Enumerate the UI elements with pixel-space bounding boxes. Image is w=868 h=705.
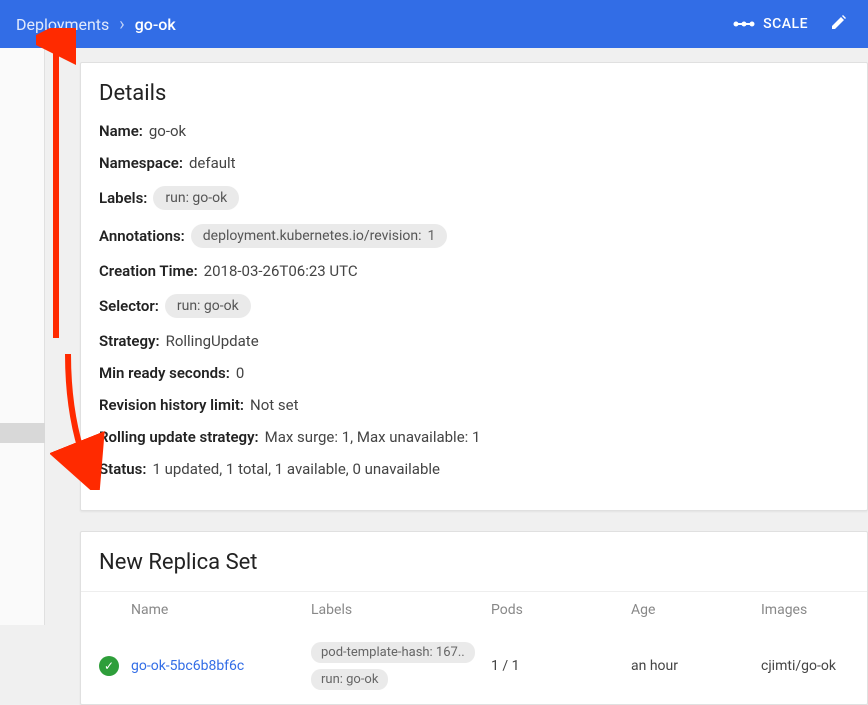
sidebar-active-item[interactable] [0, 423, 45, 443]
detail-rolling-label: Rolling update strategy: [99, 428, 259, 446]
col-header-images[interactable]: Images [761, 602, 849, 618]
main-content: Details Name: go-ok Namespace: default L… [80, 62, 868, 625]
detail-creation-label: Creation Time: [99, 262, 198, 280]
col-header-name[interactable]: Name [131, 602, 311, 618]
replicaset-table-header: Name Labels Pods Age Images [81, 591, 867, 628]
col-header-status [99, 602, 131, 618]
detail-minready-value: 0 [236, 364, 244, 382]
detail-rolling-value: Max surge: 1, Max unavailable: 1 [265, 428, 481, 446]
row-labels: pod-template-hash: 167.. run: go-ok [311, 642, 491, 690]
scale-icon [733, 19, 755, 29]
detail-strategy-value: RollingUpdate [166, 332, 259, 350]
row-status: ✓ [99, 656, 131, 676]
details-card: Details Name: go-ok Namespace: default L… [80, 62, 868, 511]
row-pods: 1 / 1 [491, 658, 631, 674]
detail-revhist: Revision history limit: Not set [99, 396, 849, 414]
detail-namespace-value: default [189, 154, 236, 172]
detail-status: Status: 1 updated, 1 total, 1 available,… [99, 460, 849, 478]
sidebar [0, 48, 45, 625]
detail-namespace-label: Namespace: [99, 154, 183, 172]
detail-labels: Labels: run: go-ok [99, 186, 849, 210]
detail-selector-label: Selector: [99, 297, 159, 315]
detail-name: Name: go-ok [99, 122, 849, 140]
detail-status-label: Status: [99, 460, 146, 478]
col-header-age[interactable]: Age [631, 602, 761, 618]
breadcrumb-separator: › [119, 14, 124, 35]
scale-button-label: SCALE [763, 16, 808, 32]
replicaset-title: New Replica Set [81, 532, 867, 591]
row-label-chip-1[interactable]: pod-template-hash: 167.. [311, 642, 475, 663]
col-header-labels[interactable]: Labels [311, 602, 491, 618]
detail-rolling: Rolling update strategy: Max surge: 1, M… [99, 428, 849, 446]
annotations-chip-key: deployment.kubernetes.io/revision: [203, 228, 422, 244]
detail-minready: Min ready seconds: 0 [99, 364, 849, 382]
check-icon: ✓ [104, 659, 114, 673]
details-title: Details [81, 63, 867, 122]
detail-namespace: Namespace: default [99, 154, 849, 172]
detail-annotations: Annotations: deployment.kubernetes.io/re… [99, 224, 849, 248]
detail-revhist-label: Revision history limit: [99, 396, 244, 414]
scale-button[interactable]: SCALE [723, 10, 818, 38]
breadcrumb-current: go-ok [135, 15, 176, 34]
detail-selector: Selector: run: go-ok [99, 294, 849, 318]
detail-minready-label: Min ready seconds: [99, 364, 230, 382]
detail-strategy: Strategy: RollingUpdate [99, 332, 849, 350]
detail-name-value: go-ok [149, 122, 186, 140]
labels-chip[interactable]: run: go-ok [153, 186, 239, 210]
detail-name-label: Name: [99, 122, 143, 140]
status-ok-icon: ✓ [99, 656, 119, 676]
detail-annotations-label: Annotations: [99, 227, 185, 245]
header-actions: SCALE [723, 9, 852, 39]
detail-status-value: 1 updated, 1 total, 1 available, 0 unava… [152, 460, 440, 478]
annotations-chip[interactable]: deployment.kubernetes.io/revision: 1 [191, 224, 448, 248]
breadcrumb: Deployments › go-ok [16, 14, 176, 35]
replicaset-link[interactable]: go-ok-5bc6b8bf6c [131, 658, 244, 674]
details-body: Name: go-ok Namespace: default Labels: r… [81, 122, 867, 510]
selector-chip[interactable]: run: go-ok [165, 294, 251, 318]
detail-creation: Creation Time: 2018-03-26T06:23 UTC [99, 262, 849, 280]
detail-labels-label: Labels: [99, 189, 147, 207]
table-row: ✓ go-ok-5bc6b8bf6c pod-template-hash: 16… [81, 628, 867, 704]
breadcrumb-root-link[interactable]: Deployments [16, 15, 109, 34]
edit-button[interactable] [826, 9, 852, 39]
detail-revhist-value: Not set [250, 396, 299, 414]
row-name: go-ok-5bc6b8bf6c [131, 658, 311, 674]
annotations-chip-val: 1 [428, 228, 436, 244]
row-label-chip-2[interactable]: run: go-ok [311, 669, 388, 690]
row-age: an hour [631, 658, 761, 674]
detail-creation-value: 2018-03-26T06:23 UTC [204, 262, 358, 280]
replicaset-card: New Replica Set Name Labels Pods Age Ima… [80, 531, 868, 705]
col-header-pods[interactable]: Pods [491, 602, 631, 618]
app-header: Deployments › go-ok SCALE [0, 0, 868, 48]
row-images: cjimti/go-ok [761, 658, 849, 674]
detail-strategy-label: Strategy: [99, 332, 160, 350]
